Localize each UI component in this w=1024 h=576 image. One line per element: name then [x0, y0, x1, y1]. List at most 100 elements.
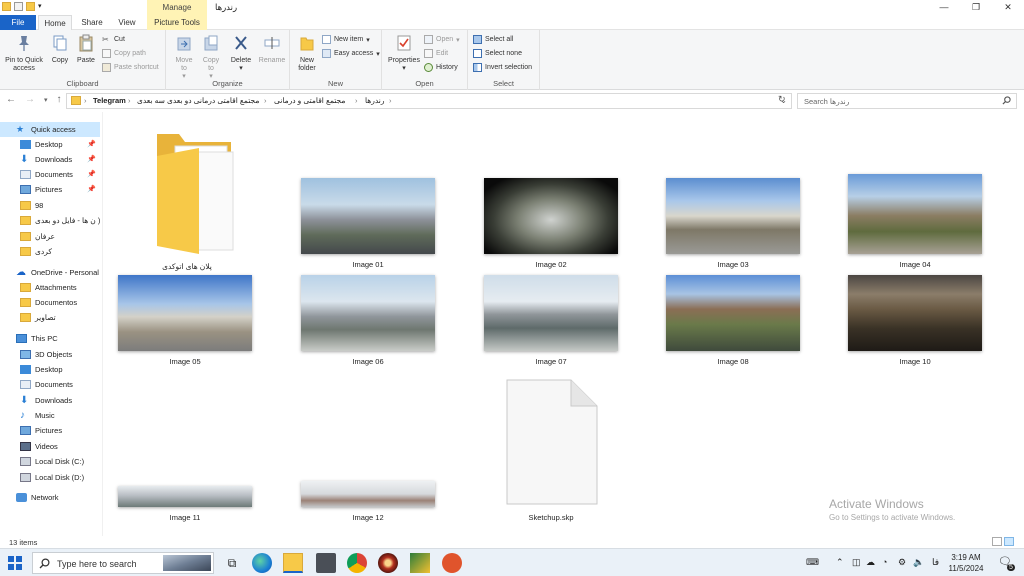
select-all-button[interactable]: Select all	[473, 35, 513, 44]
nav-pc-pictures[interactable]: Pictures	[0, 423, 100, 438]
nav-od-attachments[interactable]: Attachments	[0, 280, 100, 295]
nav-qa-98[interactable]: 98	[0, 198, 100, 213]
copy-path-button[interactable]: Copy path	[102, 49, 146, 58]
pin-quick-access-button[interactable]: Pin to Quick access	[3, 34, 45, 73]
breadcrumb-telegram[interactable]: Telegram	[93, 96, 126, 105]
app-icon[interactable]	[410, 553, 430, 573]
nav-onedrive[interactable]: ☁ OneDrive - Personal	[0, 265, 100, 280]
tab-picture-tools[interactable]: Picture Tools	[147, 15, 207, 30]
address-bar[interactable]: › Telegram › مجتمع اقامتی درمانی دو بعدی…	[66, 93, 792, 109]
breadcrumb-renders[interactable]: رندرها	[365, 96, 385, 105]
nav-pc-downloads[interactable]: ⬇ Downloads	[0, 393, 100, 408]
edit-button[interactable]: Edit	[424, 49, 448, 58]
recent-locations-icon[interactable]: ▾	[44, 94, 48, 108]
maximize-button[interactable]: ❐	[960, 0, 992, 15]
close-button[interactable]: ✕	[992, 0, 1024, 15]
nav-pc-3d-objects[interactable]: 3D Objects	[0, 347, 100, 362]
image-item[interactable]: Image 01	[300, 178, 436, 272]
nav-qa-erfan[interactable]: عرفان	[0, 229, 100, 244]
nav-quick-access[interactable]: ★ Quick access	[0, 122, 100, 137]
image-item[interactable]: Image 03	[665, 178, 801, 272]
easy-access-button[interactable]: Easy access ▾	[322, 49, 380, 58]
nav-od-pictures[interactable]: تصاویر	[0, 310, 100, 325]
breadcrumb-complex[interactable]: مجتمع اقامتی و درمانی	[274, 96, 345, 105]
keyboard-icon[interactable]: ⌨	[806, 557, 819, 568]
open-button[interactable]: Open ▾	[424, 35, 460, 44]
up-arrow-icon[interactable]: ↑	[57, 94, 62, 108]
app-p-icon[interactable]	[442, 553, 462, 573]
new-item-button[interactable]: New item ▾	[322, 35, 370, 44]
file-item[interactable]: Sketchup.skp	[483, 376, 619, 526]
tray-icon[interactable]: ☁	[866, 557, 875, 568]
nav-pc-documents[interactable]: Documents	[0, 377, 100, 392]
cut-button[interactable]: ✂ Cut	[102, 35, 125, 44]
properties-button[interactable]: Properties ▾	[386, 34, 422, 73]
media-player-icon[interactable]	[378, 553, 398, 573]
nav-pc-desktop[interactable]: Desktop	[0, 362, 100, 377]
tab-manage[interactable]: Manage	[147, 0, 207, 15]
task-view-icon[interactable]: ⧉	[222, 553, 242, 573]
nav-qa-downloads[interactable]: ⬇ Downloads 📌	[0, 152, 100, 167]
image-item[interactable]: Image 02	[483, 178, 619, 272]
image-item[interactable]: Image 06	[300, 275, 436, 369]
qat-dropdown-icon[interactable]: ▾	[38, 2, 47, 11]
edge-browser-icon[interactable]	[252, 553, 272, 573]
tray-icon[interactable]: ◫	[852, 557, 861, 568]
copy-to-button[interactable]: Copy to ▾	[199, 34, 223, 81]
nav-pc-local-disk-c[interactable]: Local Disk (C:)	[0, 454, 100, 469]
nav-pc-videos[interactable]: Videos	[0, 439, 100, 454]
invert-selection-button[interactable]: Invert selection	[473, 63, 532, 72]
delete-button[interactable]: Delete ▾	[229, 34, 253, 73]
show-hidden-icons[interactable]: ⌃	[836, 557, 844, 568]
image-item[interactable]: Image 10	[847, 275, 983, 369]
rename-button[interactable]: Rename	[257, 34, 287, 65]
tab-view[interactable]: View	[112, 15, 142, 30]
nav-qa-kurdi[interactable]: کردی	[0, 244, 100, 259]
nav-qa-desktop[interactable]: Desktop 📌	[0, 137, 100, 152]
clock[interactable]: 3:19 AM 11/5/2024	[944, 552, 988, 574]
nav-qa-2d-files[interactable]: ن ها - فایل دو بعدی )	[0, 213, 100, 228]
new-folder-button[interactable]: New folder	[294, 34, 320, 73]
tab-share[interactable]: Share	[76, 15, 108, 30]
image-item[interactable]: Image 11	[117, 486, 253, 526]
back-arrow-icon[interactable]: ←	[6, 94, 16, 108]
nav-qa-pictures[interactable]: Pictures 📌	[0, 182, 100, 197]
nav-pc-music[interactable]: ♪ Music	[0, 408, 100, 423]
windows-start-icon[interactable]	[8, 556, 22, 570]
copy-button[interactable]: Copy	[49, 34, 71, 65]
new-folder-qat-icon[interactable]	[26, 2, 35, 11]
image-item[interactable]: Image 04	[847, 174, 983, 272]
move-to-button[interactable]: Move to ▾	[172, 34, 196, 81]
refresh-icon[interactable]: ↻	[778, 94, 786, 105]
paste-button[interactable]: Paste	[75, 34, 97, 65]
folder-item[interactable]: پلان های اتوکدی	[119, 126, 255, 276]
image-item[interactable]: Image 08	[665, 275, 801, 369]
minimize-button[interactable]: —	[928, 0, 960, 15]
nav-pc-local-disk-d[interactable]: Local Disk (D:)	[0, 470, 100, 485]
file-explorer-icon[interactable]	[283, 553, 303, 573]
history-button[interactable]: History	[424, 63, 458, 72]
details-view-icon[interactable]	[992, 537, 1002, 546]
image-item[interactable]: Image 07	[483, 275, 619, 369]
taskbar-search-box[interactable]: Type here to search	[32, 552, 214, 574]
mail-icon[interactable]	[316, 553, 336, 573]
properties-qat-icon[interactable]	[14, 2, 23, 11]
image-item[interactable]: Image 05	[117, 275, 253, 369]
paste-shortcut-button[interactable]: Paste shortcut	[102, 63, 159, 72]
breadcrumb-complex-2d-3d[interactable]: مجتمع اقامتی درمانی دو بعدی سه بعدی	[137, 96, 259, 105]
chrome-icon[interactable]	[347, 553, 367, 573]
nav-network[interactable]: Network	[0, 490, 100, 505]
select-none-button[interactable]: Select none	[473, 49, 522, 58]
nav-od-documentos[interactable]: Documentos	[0, 295, 100, 310]
tab-file[interactable]: File	[0, 15, 36, 30]
image-item[interactable]: Image 12	[300, 481, 436, 526]
tab-home[interactable]: Home	[38, 15, 72, 30]
tray-icon[interactable]: ◔	[882, 557, 887, 567]
search-box[interactable]: Search رندرها	[797, 93, 1017, 109]
large-icons-view-icon[interactable]	[1004, 537, 1014, 546]
tray-icon[interactable]: ⚙	[898, 557, 906, 568]
nav-qa-documents[interactable]: Documents 📌	[0, 167, 100, 182]
volume-icon[interactable]: 🔈	[913, 557, 924, 568]
language-indicator[interactable]: فا	[932, 557, 939, 568]
forward-arrow-icon[interactable]: →	[25, 94, 35, 108]
